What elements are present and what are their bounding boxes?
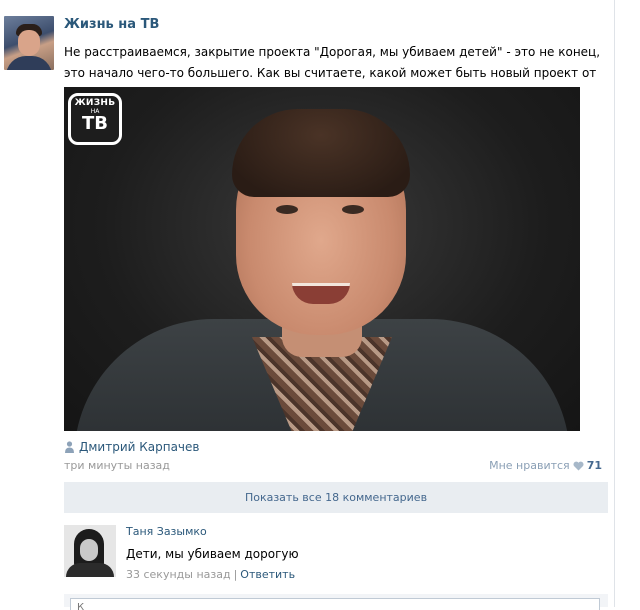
reply-link[interactable]: Ответить [240, 568, 295, 581]
comment-input[interactable]: К [70, 598, 600, 610]
channel-logo: ЖИЗНЬ НА ТВ [68, 93, 122, 145]
photo-author-link[interactable]: Дмитрий Карпачев [79, 440, 199, 454]
column-divider [614, 0, 615, 607]
author-name-link[interactable]: Жизнь на ТВ [64, 17, 159, 32]
reply-box: К [64, 594, 608, 610]
comment-separator: | [233, 568, 238, 581]
logo-line3: ТВ [82, 113, 108, 134]
post-time-link[interactable]: три минуты назад [64, 459, 170, 472]
post-photo[interactable]: ЖИЗНЬ НА ТВ [64, 87, 580, 431]
commenter-name-link[interactable]: Таня Зазымко [126, 525, 207, 538]
comment-time-link[interactable]: 33 секунды назад [126, 568, 231, 581]
show-all-comments-button[interactable]: Показать все 18 комментариев [64, 482, 608, 513]
author-avatar[interactable] [4, 16, 54, 70]
like-label: Мне нравится [489, 459, 570, 472]
comment-text: Дети, мы убиваем дорогую [126, 547, 299, 561]
wall-post: Жизнь на ТВ Не расстраиваемся, закрытие … [0, 0, 640, 610]
logo-line1: ЖИЗНЬ [74, 98, 116, 108]
like-count: 71 [586, 459, 602, 472]
commenter-avatar[interactable] [64, 525, 116, 577]
comment-meta: 33 секунды назад | Ответить [126, 568, 295, 581]
user-icon [65, 441, 74, 453]
heart-icon [573, 461, 584, 470]
like-button[interactable]: Мне нравится 71 [489, 459, 602, 472]
